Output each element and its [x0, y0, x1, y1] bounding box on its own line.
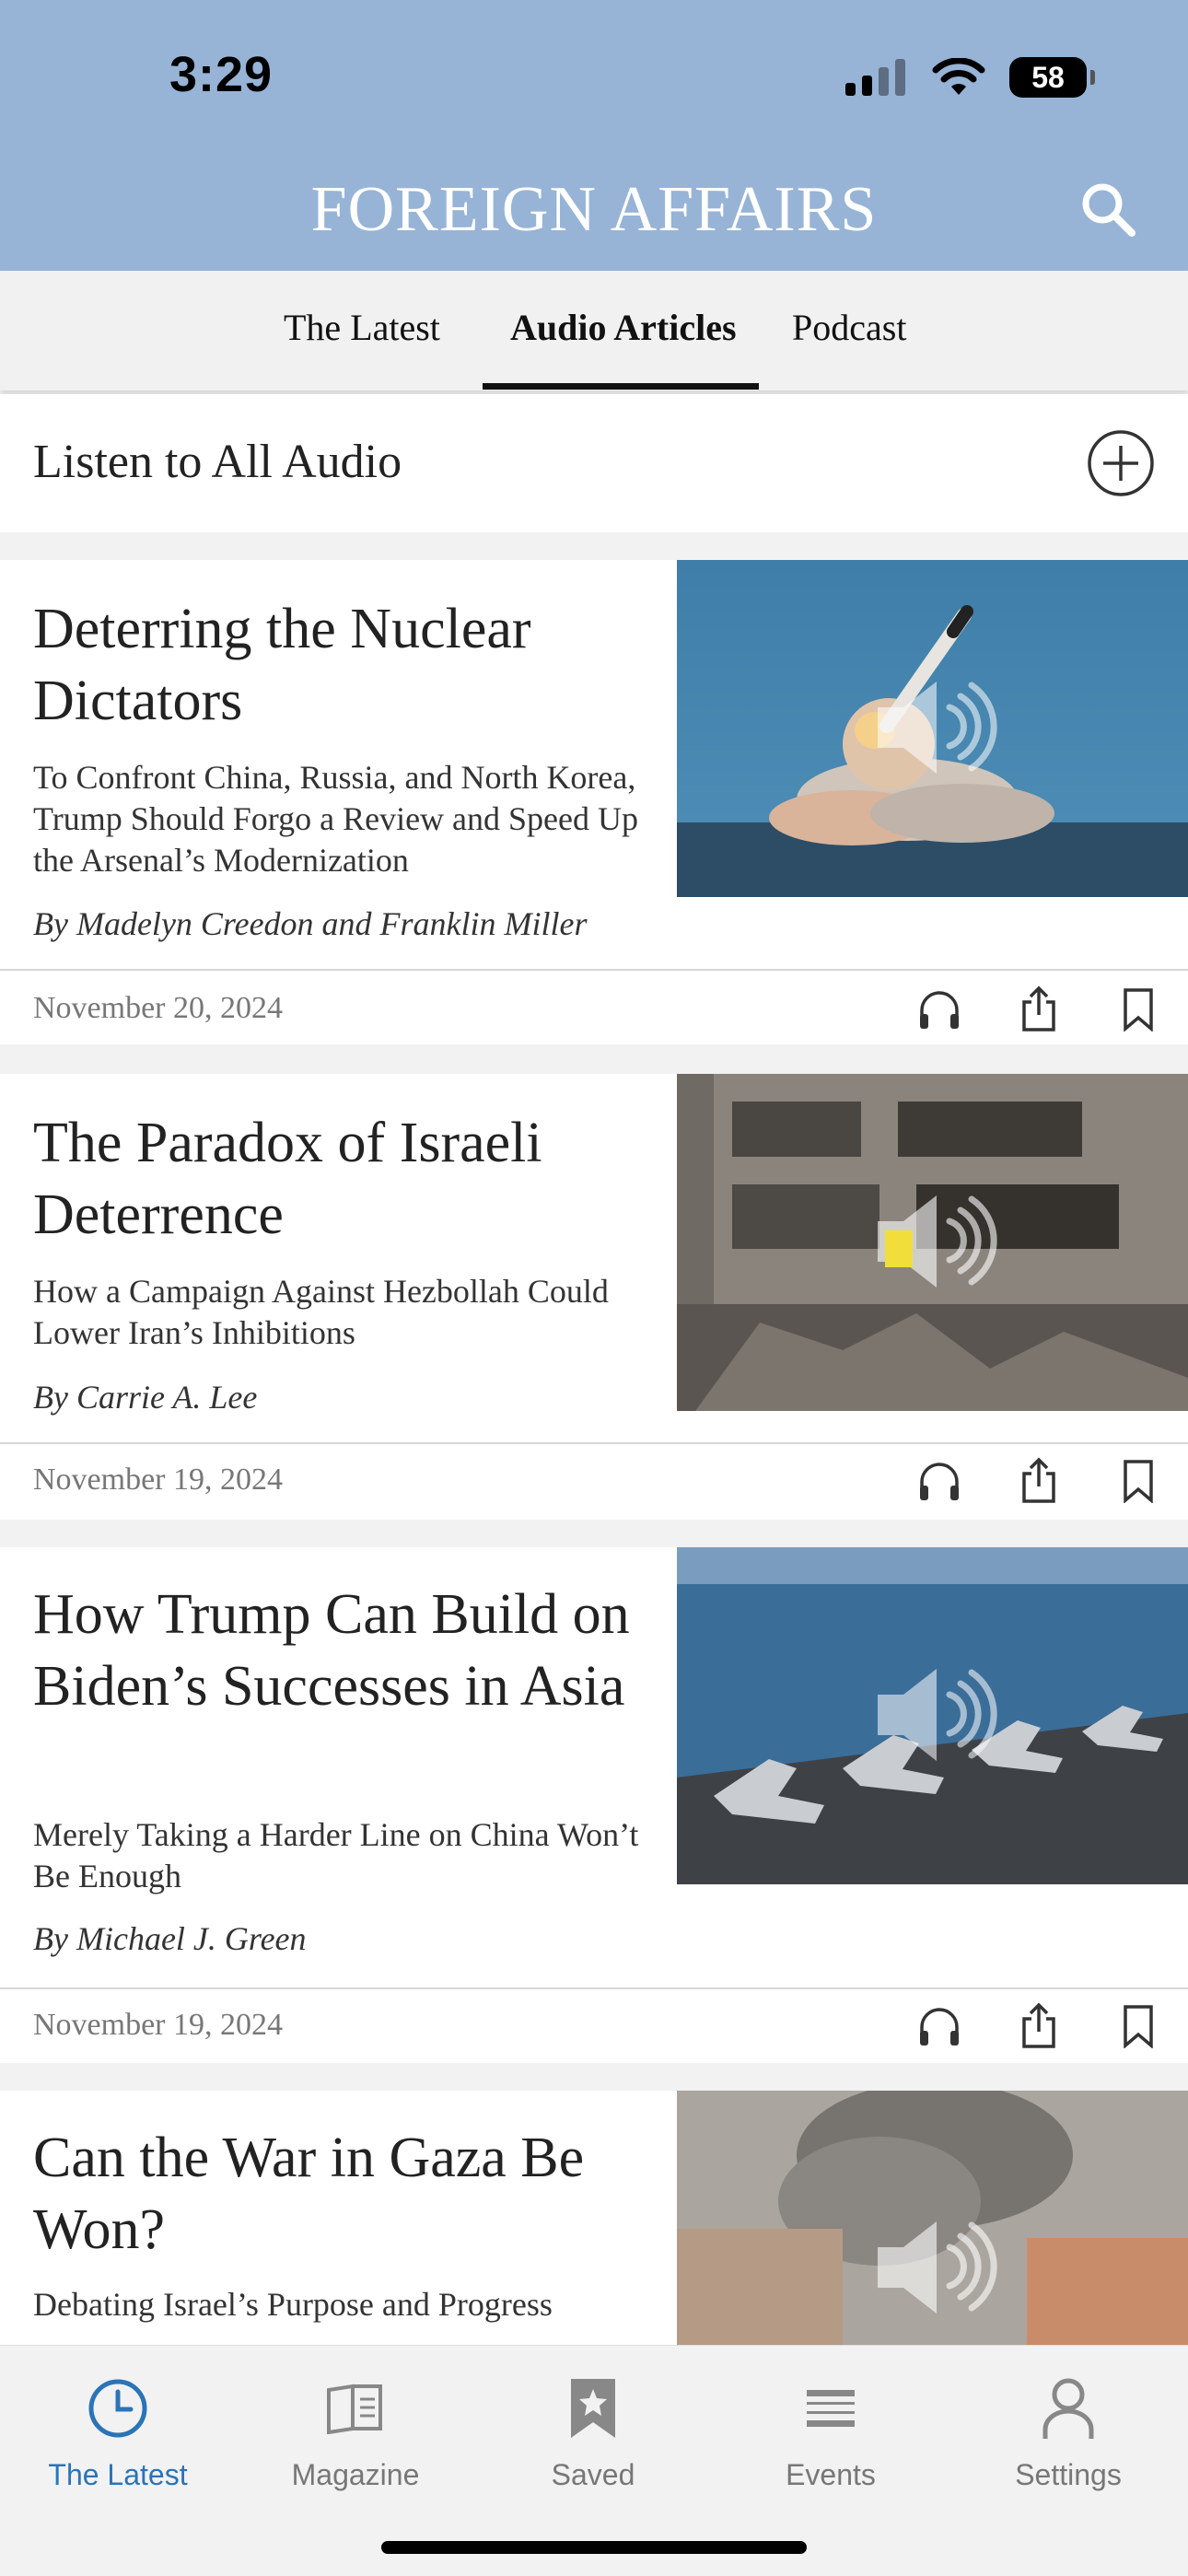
share-button[interactable] [989, 982, 1089, 1037]
magazine-icon [327, 2384, 382, 2434]
home-indicator [381, 2541, 807, 2554]
tabbar-label: Magazine [291, 2458, 420, 2491]
tabbar-label: Settings [1015, 2458, 1122, 2491]
share-icon [1022, 985, 1055, 1032]
share-button[interactable] [989, 1999, 1089, 2054]
article-image[interactable] [677, 2091, 1188, 2345]
article-title[interactable]: Can the War in Gaza Be Won? [33, 2122, 641, 2266]
article-actions [890, 1453, 1188, 1509]
article-actions [890, 1999, 1188, 2054]
article-date: November 20, 2024 [33, 991, 284, 1025]
status-icons: 58 [845, 57, 1095, 98]
share-icon [1022, 1457, 1055, 1503]
share-icon [1022, 2002, 1055, 2048]
divider [0, 969, 1188, 971]
article-subtitle: To Confront China, Russia, and North Kor… [33, 759, 638, 879]
tabbar-events[interactable]: Events [729, 2372, 932, 2492]
bookmark-icon [1124, 2005, 1153, 2048]
tabbar-label: Saved [551, 2458, 635, 2491]
bookmark-button[interactable] [1089, 982, 1188, 1037]
tabbar-settings[interactable]: Settings [967, 2372, 1170, 2492]
bookmark-icon [1124, 988, 1153, 1032]
battery-indicator: 58 [1009, 57, 1095, 98]
status-time: 3:29 [169, 47, 274, 102]
events-icon [807, 2390, 855, 2427]
bookmark-button[interactable] [1089, 1999, 1188, 2054]
article-title[interactable]: The Paradox of Israeli Deterrence [33, 1107, 641, 1251]
article-subtitle: How a Campaign Against Hezbollah Could L… [33, 1273, 609, 1351]
headphones-icon [920, 2008, 959, 2046]
article-actions [890, 982, 1188, 1037]
bookmark-star-icon [571, 2379, 615, 2438]
tabbar-saved[interactable]: Saved [492, 2372, 694, 2492]
article-subtitle: Debating Israel’s Purpose and Progress [33, 2286, 553, 2323]
article-date: November 19, 2024 [33, 2008, 284, 2042]
article-subtitle: Merely Taking a Harder Line on China Won… [33, 1816, 639, 1894]
article-title[interactable]: How Trump Can Build on Biden’s Successes… [33, 1579, 641, 1722]
listen-button[interactable] [890, 1453, 989, 1509]
share-button[interactable] [989, 1453, 1089, 1509]
tabbar-label: The Latest [48, 2458, 188, 2491]
article-image[interactable] [677, 560, 1188, 897]
active-tab-indicator [483, 383, 759, 390]
headphones-icon [920, 1463, 959, 1500]
wifi-icon [932, 58, 985, 95]
article-author: By Madelyn Creedon and Franklin Miller [33, 905, 588, 942]
add-circle-icon[interactable] [1087, 429, 1155, 497]
section-tabs: The Latest Audio Articles Podcast [0, 271, 1188, 390]
tab-the-latest[interactable]: The Latest [284, 306, 440, 349]
headphones-icon [920, 991, 959, 1029]
listen-all-row[interactable]: Listen to All Audio [0, 394, 1188, 532]
article-author: By Carrie A. Lee [33, 1379, 258, 1416]
tabbar-magazine[interactable]: Magazine [254, 2372, 457, 2492]
listen-all-label: Listen to All Audio [33, 436, 402, 488]
article-title[interactable]: Deterring the Nuclear Dictators [33, 593, 641, 737]
article-image[interactable] [677, 1547, 1188, 1884]
bookmark-button[interactable] [1089, 1453, 1188, 1509]
listen-button[interactable] [890, 1999, 989, 2054]
article-card[interactable]: How Trump Can Build on Biden’s Successes… [0, 1547, 1188, 2063]
search-icon[interactable] [1079, 181, 1136, 238]
signal-icon [845, 59, 905, 96]
tabbar-label: Events [786, 2458, 876, 2491]
tabbar-the-latest[interactable]: The Latest [17, 2372, 219, 2492]
bottom-tab-bar: The Latest Magazine Saved Events Setting… [0, 2345, 1188, 2576]
divider [0, 1442, 1188, 1444]
article-card[interactable]: Can the War in Gaza Be Won? Debating Isr… [0, 2091, 1188, 2345]
app-header: 3:29 58 FOREIGN AFFAIRS [0, 0, 1188, 271]
bookmark-icon [1124, 1460, 1153, 1503]
tab-podcast[interactable]: Podcast [792, 306, 906, 349]
article-card[interactable]: The Paradox of Israeli Deterrence How a … [0, 1074, 1188, 1520]
divider [0, 1987, 1188, 1989]
article-date: November 19, 2024 [33, 1463, 284, 1497]
article-card[interactable]: Deterring the Nuclear Dictators To Confr… [0, 560, 1188, 1044]
person-icon [1042, 2378, 1094, 2439]
brand-logo: FOREIGN AFFAIRS [310, 174, 878, 245]
clock-icon [88, 2379, 147, 2438]
article-author: By Michael J. Green [33, 1920, 307, 1957]
listen-button[interactable] [890, 982, 989, 1037]
tab-audio-articles[interactable]: Audio Articles [510, 306, 737, 349]
article-image[interactable] [677, 1074, 1188, 1411]
